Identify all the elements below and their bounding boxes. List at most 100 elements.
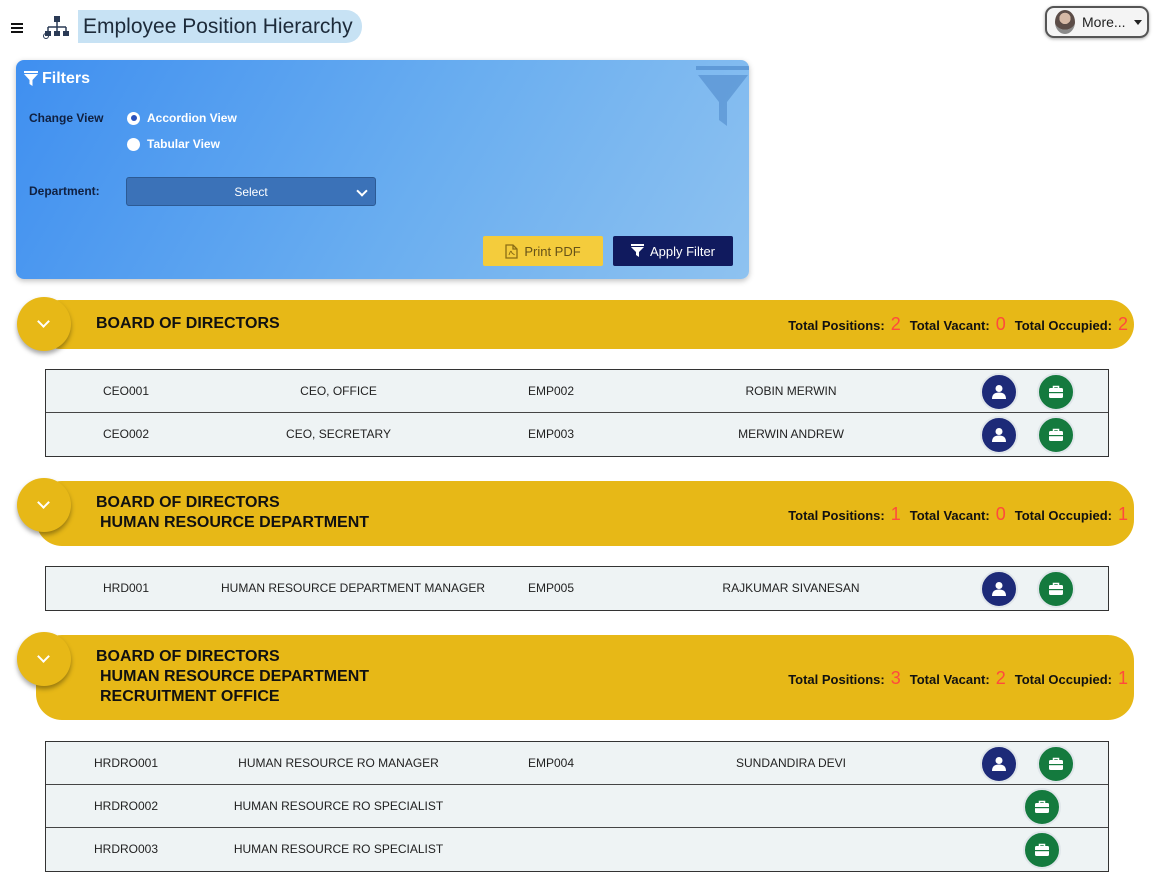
employee-id: EMP005 <box>527 581 575 595</box>
table-row: CEO001 CEO, OFFICE EMP002 ROBIN MERWIN <box>46 370 1108 413</box>
radio-tabular-view[interactable]: Tabular View <box>127 137 220 151</box>
employee-id <box>511 828 591 871</box>
filters-panel: Filters Change View Accordion View Tabul… <box>16 60 749 279</box>
briefcase-icon <box>1049 428 1063 441</box>
employee-name: ROBIN MERWIN <box>745 384 837 398</box>
total-occupied-label: Total Occupied: <box>1014 318 1112 333</box>
total-vacant-label: Total Vacant: <box>909 672 990 687</box>
group-path-level-3: RECRUITMENT OFFICE <box>100 688 280 705</box>
positions-table: HRD001 HUMAN RESOURCE DEPARTMENT MANAGER… <box>45 566 1109 611</box>
briefcase-icon <box>1049 582 1063 595</box>
group-path-level-2: HUMAN RESOURCE DEPARTMENT <box>100 668 370 685</box>
person-icon <box>992 385 1006 399</box>
employee-id: EMP002 <box>527 384 575 398</box>
total-occupied-label: Total Occupied: <box>1014 508 1112 523</box>
view-employee-button[interactable] <box>980 373 1018 411</box>
table-row: HRD001 HUMAN RESOURCE DEPARTMENT MANAGER… <box>46 567 1108 610</box>
filters-heading: Filters <box>24 70 90 88</box>
department-label: Department: <box>29 184 100 198</box>
total-vacant-value: 0 <box>995 314 1006 334</box>
employee-name: RAJKUMAR SIVANESAN <box>722 581 860 595</box>
radio-selected-icon <box>127 111 140 125</box>
person-icon <box>992 582 1006 596</box>
department-select-value: Select <box>234 184 268 199</box>
total-vacant-value: 2 <box>995 668 1006 688</box>
employee-name <box>676 828 906 871</box>
table-row: CEO002 CEO, SECRETARY EMP003 MERWIN ANDR… <box>46 413 1108 456</box>
radio-tabular-label: Tabular View <box>147 137 220 151</box>
avatar <box>1055 10 1075 34</box>
change-view-label: Change View <box>29 111 104 125</box>
org-chart-icon <box>43 16 69 39</box>
view-position-button[interactable] <box>1037 745 1075 783</box>
total-positions-label: Total Positions: <box>788 318 885 333</box>
position-code: HRDRO003 <box>93 842 159 856</box>
funnel-icon <box>630 244 644 257</box>
apply-filter-label: Apply Filter <box>649 243 716 259</box>
total-positions-value: 1 <box>890 504 901 524</box>
total-occupied-label: Total Occupied: <box>1014 672 1112 687</box>
view-position-button[interactable] <box>1037 416 1075 454</box>
group-path-level-2: HUMAN RESOURCE DEPARTMENT <box>100 514 370 531</box>
funnel-icon <box>24 71 38 86</box>
department-select[interactable]: Select <box>126 177 376 206</box>
position-title: CEO, OFFICE <box>300 384 377 398</box>
position-code: HRDRO001 <box>93 756 159 770</box>
group-stats: Total Positions: 1 Total Vacant: 0 Total… <box>788 504 1128 525</box>
table-row: HRDRO003 HUMAN RESOURCE RO SPECIALIST <box>46 828 1108 871</box>
group-stats: Total Positions: 2 Total Vacant: 0 Total… <box>788 314 1128 335</box>
total-vacant-label: Total Vacant: <box>909 318 990 333</box>
chevron-down-icon <box>37 650 50 663</box>
expand-toggle-button[interactable] <box>17 478 71 532</box>
group-header-hr-department[interactable]: BOARD OF DIRECTORS HUMAN RESOURCE DEPART… <box>36 481 1134 546</box>
group-title: BOARD OF DIRECTORS HUMAN RESOURCE DEPART… <box>96 647 369 707</box>
group-header-recruitment-office[interactable]: BOARD OF DIRECTORS HUMAN RESOURCE DEPART… <box>36 635 1134 720</box>
position-title: HUMAN RESOURCE DEPARTMENT MANAGER <box>221 581 486 595</box>
group-header-board[interactable]: BOARD OF DIRECTORS Total Positions: 2 To… <box>36 300 1134 349</box>
radio-accordion-label: Accordion View <box>147 111 237 125</box>
total-vacant-value: 0 <box>995 504 1006 524</box>
chevron-down-icon <box>356 185 368 197</box>
view-employee-button[interactable] <box>980 745 1018 783</box>
employee-id: EMP004 <box>527 756 575 770</box>
view-employee-button[interactable] <box>980 416 1018 454</box>
group-stats: Total Positions: 3 Total Vacant: 2 Total… <box>788 668 1128 689</box>
view-position-button[interactable] <box>1023 831 1061 869</box>
total-occupied-value: 2 <box>1117 314 1128 334</box>
radio-accordion-view[interactable]: Accordion View <box>127 111 237 125</box>
apply-filter-button[interactable]: Apply Filter <box>613 236 733 266</box>
expand-toggle-button[interactable] <box>17 632 71 686</box>
total-positions-label: Total Positions: <box>788 672 885 687</box>
view-employee-button[interactable] <box>980 570 1018 608</box>
more-label: More... <box>1082 14 1126 30</box>
briefcase-icon <box>1035 843 1049 856</box>
total-occupied-value: 1 <box>1117 668 1128 688</box>
employee-id <box>511 785 591 828</box>
view-position-button[interactable] <box>1023 788 1061 826</box>
positions-table: HRDRO001 HUMAN RESOURCE RO MANAGER EMP00… <box>45 741 1109 872</box>
view-position-button[interactable] <box>1037 373 1075 411</box>
radio-unselected-icon <box>127 137 140 151</box>
total-positions-value: 3 <box>890 668 901 688</box>
briefcase-icon <box>1035 800 1049 813</box>
funnel-watermark-icon <box>696 66 749 126</box>
employee-name <box>676 785 906 828</box>
group-title: BOARD OF DIRECTORS HUMAN RESOURCE DEPART… <box>96 493 369 533</box>
expand-toggle-button[interactable] <box>17 297 71 351</box>
view-position-button[interactable] <box>1037 570 1075 608</box>
position-title: CEO, SECRETARY <box>286 427 391 441</box>
chevron-down-icon <box>37 315 50 328</box>
employee-name: MERWIN ANDREW <box>738 427 844 441</box>
filters-title: Filters <box>42 70 91 87</box>
print-pdf-label: Print PDF <box>524 243 581 259</box>
group-path-level-1: BOARD OF DIRECTORS <box>96 494 280 511</box>
position-title: HUMAN RESOURCE RO SPECIALIST <box>233 799 444 813</box>
position-code: HRDRO002 <box>93 799 159 813</box>
print-pdf-button[interactable]: Print PDF <box>483 236 603 266</box>
hamburger-menu-button[interactable] <box>4 12 30 44</box>
position-code: CEO002 <box>102 427 150 441</box>
group-title: BOARD OF DIRECTORS <box>96 314 280 334</box>
more-dropdown-button[interactable]: More... <box>1045 6 1149 38</box>
position-code: HRD001 <box>102 581 150 595</box>
position-title: HUMAN RESOURCE RO SPECIALIST <box>233 842 444 856</box>
